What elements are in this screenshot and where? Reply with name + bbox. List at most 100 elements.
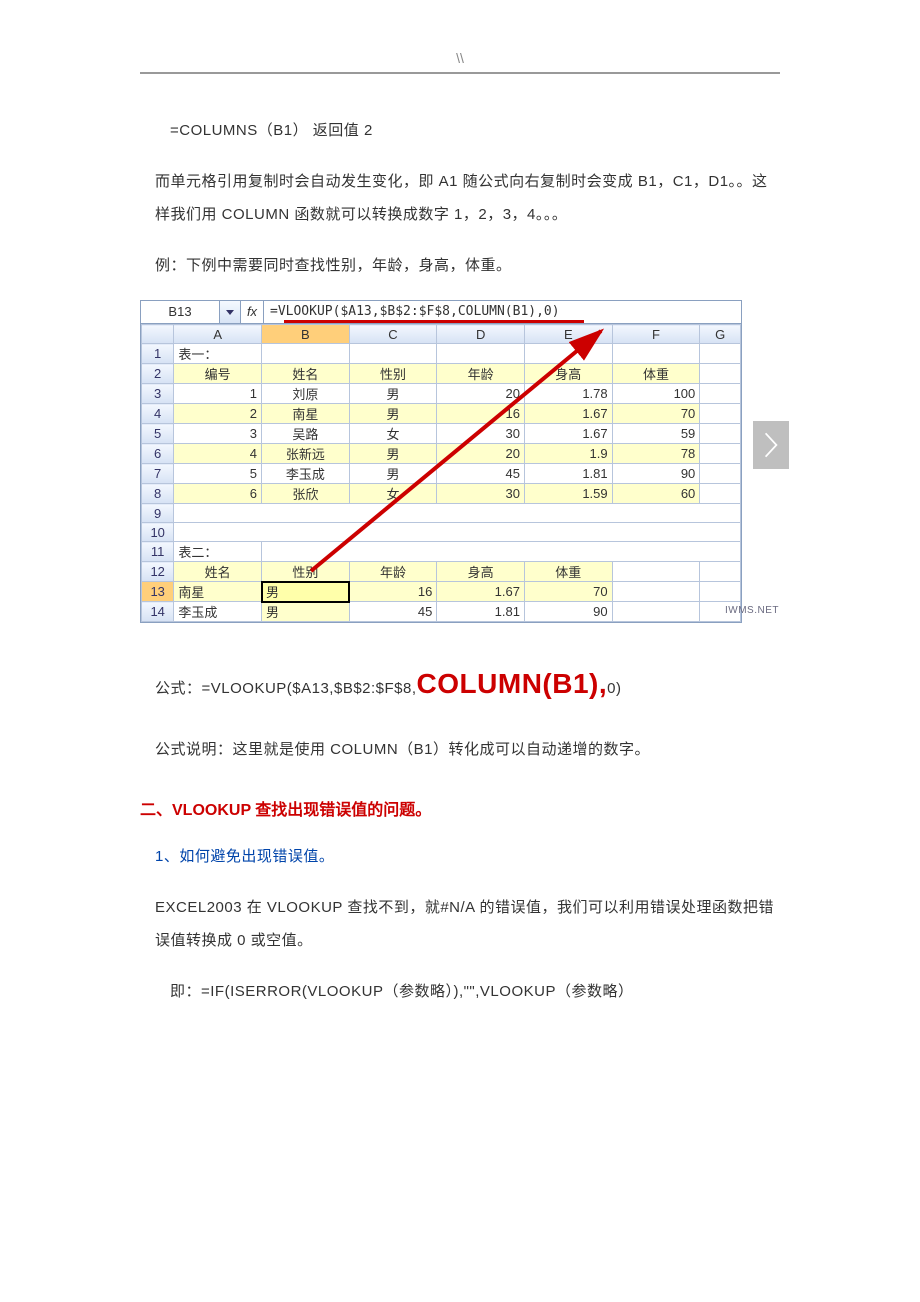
t2-hdr[interactable]: 性别	[262, 562, 350, 582]
cell[interactable]: 59	[612, 424, 700, 444]
cell[interactable]: 45	[349, 602, 437, 622]
cell[interactable]: 78	[612, 444, 700, 464]
cell[interactable]: 男	[349, 384, 437, 404]
t1-hdr[interactable]: 体重	[612, 364, 700, 384]
cell[interactable]: 南星	[262, 404, 350, 424]
cell[interactable]	[612, 562, 700, 582]
t2-hdr[interactable]: 身高	[437, 562, 525, 582]
formula-input[interactable]: =VLOOKUP($A13,$B$2:$F$8,COLUMN(B1),0)	[264, 301, 741, 323]
row-header-6[interactable]: 6	[142, 444, 174, 464]
row-header-13[interactable]: 13	[142, 582, 174, 602]
cell[interactable]	[174, 504, 741, 523]
cell[interactable]: 张新远	[262, 444, 350, 464]
row-header-7[interactable]: 7	[142, 464, 174, 484]
cell[interactable]: 30	[437, 424, 525, 444]
row-header-14[interactable]: 14	[142, 602, 174, 622]
cell[interactable]	[612, 344, 700, 364]
fx-icon[interactable]: fx	[241, 301, 264, 323]
cell[interactable]	[700, 424, 741, 444]
cell[interactable]: 1.81	[437, 602, 525, 622]
cell-A11[interactable]: 表二：	[174, 542, 262, 562]
cell[interactable]: 30	[437, 484, 525, 504]
t2-hdr[interactable]: 体重	[524, 562, 612, 582]
cell[interactable]: 1.67	[524, 424, 612, 444]
t2-hdr[interactable]: 姓名	[174, 562, 262, 582]
cell[interactable]: 70	[524, 582, 612, 602]
t2-hdr[interactable]: 年龄	[349, 562, 437, 582]
cell[interactable]: 16	[349, 582, 437, 602]
t1-hdr[interactable]: 性别	[349, 364, 437, 384]
cell[interactable]	[437, 344, 525, 364]
row-header-5[interactable]: 5	[142, 424, 174, 444]
name-box-dropdown-icon[interactable]	[220, 301, 241, 323]
cell[interactable]: 1.67	[524, 404, 612, 424]
cell[interactable]: 男	[349, 464, 437, 484]
row-header-4[interactable]: 4	[142, 404, 174, 424]
cell-B13-selected[interactable]: 男	[262, 582, 350, 602]
col-header-G[interactable]: G	[700, 325, 741, 344]
cell[interactable]	[700, 444, 741, 464]
cell[interactable]: 6	[174, 484, 262, 504]
col-header-F[interactable]: F	[612, 325, 700, 344]
cell[interactable]	[524, 344, 612, 364]
cell[interactable]	[700, 344, 741, 364]
col-header-A[interactable]: A	[174, 325, 262, 344]
cell[interactable]	[349, 344, 437, 364]
col-header-E[interactable]: E	[524, 325, 612, 344]
cell[interactable]: 男	[262, 602, 350, 622]
cell[interactable]: 90	[612, 464, 700, 484]
select-all-corner[interactable]	[142, 325, 174, 344]
cell[interactable]: 4	[174, 444, 262, 464]
cell-A1[interactable]: 表一：	[174, 344, 262, 364]
cell[interactable]	[700, 582, 741, 602]
cell[interactable]: 45	[437, 464, 525, 484]
cell[interactable]: 1.67	[437, 582, 525, 602]
cell[interactable]: 1	[174, 384, 262, 404]
cell[interactable]: 90	[524, 602, 612, 622]
cell[interactable]: 100	[612, 384, 700, 404]
cell[interactable]: 女	[349, 484, 437, 504]
cell[interactable]: 5	[174, 464, 262, 484]
cell[interactable]: 2	[174, 404, 262, 424]
t1-hdr[interactable]: 年龄	[437, 364, 525, 384]
cell[interactable]	[700, 404, 741, 424]
row-header-1[interactable]: 1	[142, 344, 174, 364]
row-header-10[interactable]: 10	[142, 523, 174, 542]
name-box[interactable]: B13	[141, 301, 220, 323]
cell[interactable]: 男	[349, 404, 437, 424]
row-header-3[interactable]: 3	[142, 384, 174, 404]
cell[interactable]: 60	[612, 484, 700, 504]
next-chevron-icon[interactable]	[753, 421, 789, 469]
cell[interactable]	[612, 582, 700, 602]
cell[interactable]: 刘原	[262, 384, 350, 404]
col-header-D[interactable]: D	[437, 325, 525, 344]
row-header-8[interactable]: 8	[142, 484, 174, 504]
cell[interactable]	[174, 523, 741, 542]
cell[interactable]	[700, 464, 741, 484]
col-header-B[interactable]: B	[262, 325, 350, 344]
t1-hdr[interactable]: 姓名	[262, 364, 350, 384]
cell[interactable]: 男	[349, 444, 437, 464]
cell[interactable]: 吴路	[262, 424, 350, 444]
cell[interactable]: 1.78	[524, 384, 612, 404]
cell[interactable]: 李玉成	[174, 602, 262, 622]
cell[interactable]: 南星	[174, 582, 262, 602]
cell[interactable]	[262, 542, 741, 562]
cell[interactable]: 1.59	[524, 484, 612, 504]
row-header-9[interactable]: 9	[142, 504, 174, 523]
row-header-11[interactable]: 11	[142, 542, 174, 562]
t1-hdr[interactable]: 身高	[524, 364, 612, 384]
cell[interactable]	[612, 602, 700, 622]
cell[interactable]: 1.9	[524, 444, 612, 464]
cell[interactable]: 1.81	[524, 464, 612, 484]
cell[interactable]	[262, 344, 350, 364]
cell[interactable]: 女	[349, 424, 437, 444]
cell[interactable]: 3	[174, 424, 262, 444]
cell[interactable]	[700, 364, 741, 384]
row-header-2[interactable]: 2	[142, 364, 174, 384]
t1-hdr[interactable]: 编号	[174, 364, 262, 384]
cell[interactable]	[700, 384, 741, 404]
cell[interactable]	[700, 562, 741, 582]
cell[interactable]: 16	[437, 404, 525, 424]
col-header-C[interactable]: C	[349, 325, 437, 344]
